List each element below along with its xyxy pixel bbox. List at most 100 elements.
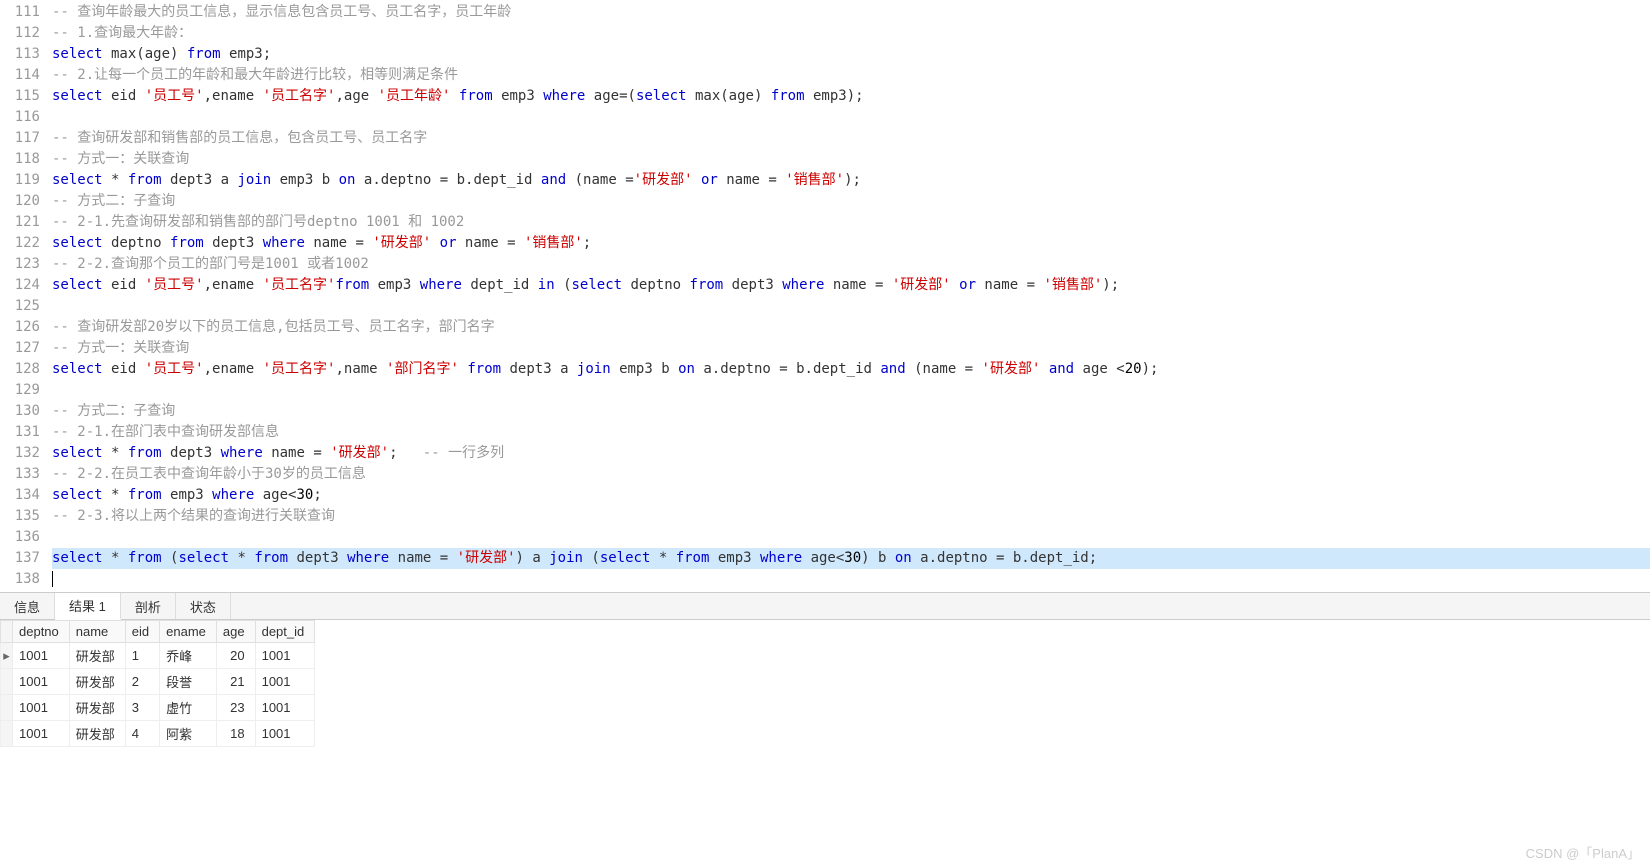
- code-content[interactable]: -- 查询年龄最大的员工信息，显示信息包含员工号、员工名字，员工年龄: [52, 2, 1650, 23]
- table-row[interactable]: 1001研发部3虚竹231001: [1, 695, 315, 721]
- code-line[interactable]: 112-- 1.查询最大年龄：: [0, 23, 1650, 44]
- code-line[interactable]: 134select * from emp3 where age<30;: [0, 485, 1650, 506]
- code-line[interactable]: 124select eid '员工号',ename '员工名字'from emp…: [0, 275, 1650, 296]
- code-content[interactable]: select * from emp3 where age<30;: [52, 485, 1650, 506]
- line-number: 131: [0, 422, 52, 443]
- line-number: 115: [0, 86, 52, 107]
- column-header[interactable]: dept_id: [255, 621, 315, 643]
- cell[interactable]: 研发部: [69, 643, 125, 669]
- line-number: 130: [0, 401, 52, 422]
- code-content[interactable]: select eid '员工号',ename '员工名字'from emp3 w…: [52, 275, 1650, 296]
- row-marker: [1, 669, 13, 695]
- code-line[interactable]: 116: [0, 107, 1650, 128]
- cell[interactable]: 研发部: [69, 721, 125, 747]
- cell[interactable]: 阿紫: [160, 721, 217, 747]
- cell[interactable]: 2: [125, 669, 159, 695]
- cell[interactable]: 23: [216, 695, 255, 721]
- code-line[interactable]: 137select * from (select * from dept3 wh…: [0, 548, 1650, 569]
- cell[interactable]: 1001: [13, 721, 70, 747]
- code-line[interactable]: 120-- 方式二：子查询: [0, 191, 1650, 212]
- code-line[interactable]: 118-- 方式一：关联查询: [0, 149, 1650, 170]
- code-content[interactable]: -- 方式二：子查询: [52, 191, 1650, 212]
- code-content[interactable]: -- 2-1.在部门表中查询研发部信息: [52, 422, 1650, 443]
- cell[interactable]: 20: [216, 643, 255, 669]
- tab-1[interactable]: 结果 1: [55, 593, 121, 620]
- code-content[interactable]: select * from (select * from dept3 where…: [52, 548, 1650, 569]
- code-line[interactable]: 129: [0, 380, 1650, 401]
- code-line[interactable]: 132select * from dept3 where name = '研发部…: [0, 443, 1650, 464]
- code-content[interactable]: [52, 296, 1650, 317]
- code-content[interactable]: -- 2-2.在员工表中查询年龄小于30岁的员工信息: [52, 464, 1650, 485]
- code-line[interactable]: 130-- 方式二：子查询: [0, 401, 1650, 422]
- cell[interactable]: 1001: [255, 695, 315, 721]
- cell[interactable]: 研发部: [69, 669, 125, 695]
- code-content[interactable]: select eid '员工号',ename '员工名字',age '员工年龄'…: [52, 86, 1650, 107]
- code-content[interactable]: -- 方式一：关联查询: [52, 338, 1650, 359]
- cell[interactable]: 18: [216, 721, 255, 747]
- code-line[interactable]: 136: [0, 527, 1650, 548]
- code-content[interactable]: select max(age) from emp3;: [52, 44, 1650, 65]
- cell[interactable]: 1001: [13, 669, 70, 695]
- code-content[interactable]: -- 2.让每一个员工的年龄和最大年龄进行比较，相等则满足条件: [52, 65, 1650, 86]
- cell[interactable]: 1001: [255, 721, 315, 747]
- code-line[interactable]: 117-- 查询研发部和销售部的员工信息，包含员工号、员工名字: [0, 128, 1650, 149]
- cell[interactable]: 21: [216, 669, 255, 695]
- code-content[interactable]: -- 方式二：子查询: [52, 401, 1650, 422]
- tab-2[interactable]: 剖析: [121, 593, 176, 619]
- column-header[interactable]: name: [69, 621, 125, 643]
- code-line[interactable]: 125: [0, 296, 1650, 317]
- code-content[interactable]: select eid '员工号',ename '员工名字',name '部门名字…: [52, 359, 1650, 380]
- column-header[interactable]: eid: [125, 621, 159, 643]
- code-line[interactable]: 119select * from dept3 a join emp3 b on …: [0, 170, 1650, 191]
- code-content[interactable]: select * from dept3 a join emp3 b on a.d…: [52, 170, 1650, 191]
- sql-editor[interactable]: 111-- 查询年龄最大的员工信息，显示信息包含员工号、员工名字，员工年龄112…: [0, 0, 1650, 592]
- column-header[interactable]: age: [216, 621, 255, 643]
- code-content[interactable]: [52, 569, 1650, 590]
- code-line[interactable]: 138: [0, 569, 1650, 590]
- code-line[interactable]: 123-- 2-2.查询那个员工的部门号是1001 或者1002: [0, 254, 1650, 275]
- column-header[interactable]: ename: [160, 621, 217, 643]
- code-line[interactable]: 111-- 查询年龄最大的员工信息，显示信息包含员工号、员工名字，员工年龄: [0, 2, 1650, 23]
- code-content[interactable]: -- 查询研发部20岁以下的员工信息,包括员工号、员工名字，部门名字: [52, 317, 1650, 338]
- cell[interactable]: 1001: [255, 643, 315, 669]
- cell[interactable]: 乔峰: [160, 643, 217, 669]
- code-line[interactable]: 121-- 2-1.先查询研发部和销售部的部门号deptno 1001 和 10…: [0, 212, 1650, 233]
- code-content[interactable]: -- 2-1.先查询研发部和销售部的部门号deptno 1001 和 1002: [52, 212, 1650, 233]
- cell[interactable]: 1001: [255, 669, 315, 695]
- code-content[interactable]: -- 查询研发部和销售部的员工信息，包含员工号、员工名字: [52, 128, 1650, 149]
- tab-3[interactable]: 状态: [176, 593, 231, 619]
- cell[interactable]: 1001: [13, 695, 70, 721]
- cell[interactable]: 段誉: [160, 669, 217, 695]
- cell[interactable]: 虚竹: [160, 695, 217, 721]
- code-line[interactable]: 127-- 方式一：关联查询: [0, 338, 1650, 359]
- code-content[interactable]: -- 2-3.将以上两个结果的查询进行关联查询: [52, 506, 1650, 527]
- cell[interactable]: 研发部: [69, 695, 125, 721]
- table-row[interactable]: 1001研发部4阿紫181001: [1, 721, 315, 747]
- code-content[interactable]: -- 2-2.查询那个员工的部门号是1001 或者1002: [52, 254, 1650, 275]
- result-grid[interactable]: deptnonameeidenameagedept_id▸1001研发部1乔峰2…: [0, 620, 315, 747]
- code-line[interactable]: 133-- 2-2.在员工表中查询年龄小于30岁的员工信息: [0, 464, 1650, 485]
- code-line[interactable]: 122select deptno from dept3 where name =…: [0, 233, 1650, 254]
- cell[interactable]: 4: [125, 721, 159, 747]
- code-content[interactable]: -- 方式一：关联查询: [52, 149, 1650, 170]
- code-content[interactable]: select deptno from dept3 where name = '研…: [52, 233, 1650, 254]
- code-content[interactable]: -- 1.查询最大年龄：: [52, 23, 1650, 44]
- code-content[interactable]: [52, 380, 1650, 401]
- code-line[interactable]: 128select eid '员工号',ename '员工名字',name '部…: [0, 359, 1650, 380]
- code-content[interactable]: [52, 107, 1650, 128]
- code-content[interactable]: [52, 527, 1650, 548]
- code-line[interactable]: 126-- 查询研发部20岁以下的员工信息,包括员工号、员工名字，部门名字: [0, 317, 1650, 338]
- cell[interactable]: 1: [125, 643, 159, 669]
- cell[interactable]: 3: [125, 695, 159, 721]
- cell[interactable]: 1001: [13, 643, 70, 669]
- table-row[interactable]: 1001研发部2段誉211001: [1, 669, 315, 695]
- column-header[interactable]: deptno: [13, 621, 70, 643]
- code-line[interactable]: 113select max(age) from emp3;: [0, 44, 1650, 65]
- code-line[interactable]: 135-- 2-3.将以上两个结果的查询进行关联查询: [0, 506, 1650, 527]
- tab-0[interactable]: 信息: [0, 593, 55, 619]
- table-row[interactable]: ▸1001研发部1乔峰201001: [1, 643, 315, 669]
- code-line[interactable]: 131-- 2-1.在部门表中查询研发部信息: [0, 422, 1650, 443]
- code-line[interactable]: 115select eid '员工号',ename '员工名字',age '员工…: [0, 86, 1650, 107]
- code-line[interactable]: 114-- 2.让每一个员工的年龄和最大年龄进行比较，相等则满足条件: [0, 65, 1650, 86]
- code-content[interactable]: select * from dept3 where name = '研发部'; …: [52, 443, 1650, 464]
